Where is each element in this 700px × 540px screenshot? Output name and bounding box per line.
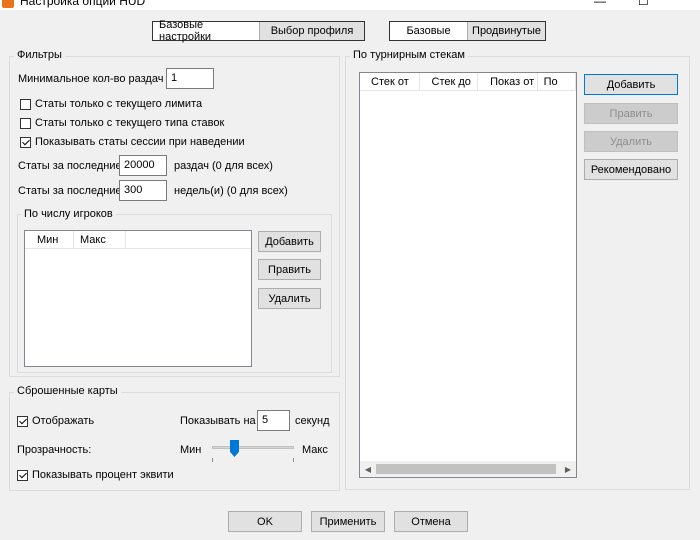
equity-percent-label: Показывать процент эквити [32,469,174,481]
column-stack-to[interactable]: Стек до [420,73,479,90]
display-folded-label: Отображать [32,415,95,427]
recommended-button[interactable]: Рекомендовано [584,159,678,180]
column-partial[interactable]: По [538,73,576,90]
column-stack-from[interactable]: Стек от [360,73,420,90]
current-bet-type-label: Статы только с текущего типа ставок [35,117,225,129]
tournament-add-button[interactable]: Добавить [584,74,678,95]
scrollbar-track[interactable] [376,461,560,477]
players-delete-button[interactable]: Удалить [258,288,321,309]
title-bar: Настройка опций HUD — ☐ [0,0,700,10]
players-list-header: Мин Макс [25,231,251,249]
tournament-list-header: Стек от Стек до Показ от По [360,73,576,91]
last-hands-input[interactable]: 20000 [119,155,167,176]
checkbox-icon[interactable] [20,98,31,110]
checkbox-checked-icon[interactable] [17,469,28,481]
last-weeks-suffix: недель(и) (0 для всех) [174,185,288,197]
last-weeks-label: Статы за последние [18,185,122,197]
min-hands-label: Минимальное кол-во раздач [18,73,164,85]
players-title: По числу игроков [21,208,116,220]
tab-advanced[interactable]: Продвинутые [467,22,545,40]
tournament-stacks-list[interactable]: Стек от Стек до Показ от По ◀ ▶ [359,72,577,478]
session-stats-hover-checkbox[interactable]: Показывать статы сессии при наведении [20,136,245,148]
slider-max-label: Макс [302,444,328,456]
filters-title: Фильтры [14,49,65,61]
slider-track [212,446,294,449]
minimize-icon[interactable]: — [594,0,606,8]
show-for-seconds-input[interactable]: 5 [257,410,290,431]
window-title: Настройка опций HUD [20,0,146,8]
show-for-suffix: секунд [295,415,330,427]
slider-min-label: Мин [180,444,202,456]
tournament-stacks-title: По турнирным стекам [350,49,468,61]
session-stats-hover-label: Показывать статы сессии при наведении [35,136,245,148]
tab-profile-selection[interactable]: Выбор профиля [259,22,364,40]
tab-basic[interactable]: Базовые [390,22,467,40]
horizontal-scrollbar[interactable]: ◀ ▶ [360,461,576,477]
players-add-button[interactable]: Добавить [258,231,321,252]
tournament-edit-button[interactable]: Править [584,103,678,124]
checkbox-checked-icon[interactable] [20,136,31,148]
cancel-button[interactable]: Отмена [394,511,468,532]
checkbox-checked-icon[interactable] [17,415,28,427]
last-weeks-input[interactable]: 300 [119,180,167,201]
ok-button[interactable]: OK [228,511,302,532]
apply-button[interactable]: Применить [311,511,385,532]
slider-thumb[interactable] [230,440,239,457]
scroll-left-icon[interactable]: ◀ [360,461,376,477]
current-limit-checkbox[interactable]: Статы только с текущего лимита [20,98,202,110]
min-hands-input[interactable]: 1 [166,68,214,89]
display-folded-checkbox[interactable]: Отображать [17,415,94,427]
transparency-slider[interactable] [212,440,294,462]
slider-tick [212,458,213,462]
last-hands-suffix: раздач (0 для всех) [174,160,273,172]
column-max[interactable]: Макс [74,231,126,248]
equity-percent-checkbox[interactable]: Показывать процент эквити [17,469,174,481]
last-hands-label: Статы за последние [18,160,122,172]
players-edit-button[interactable]: Править [258,259,321,280]
maximize-icon[interactable]: ☐ [638,0,649,8]
checkbox-icon[interactable] [20,117,31,129]
column-min[interactable]: Мин [25,231,74,248]
scrollbar-thumb[interactable] [376,464,556,474]
settings-profile-toggle: Базовые настройки Выбор профиля [152,19,365,43]
slider-tick [293,458,294,462]
scroll-right-icon[interactable]: ▶ [560,461,576,477]
tab-basic-settings[interactable]: Базовые настройки [153,19,259,43]
current-limit-label: Статы только с текущего лимита [35,98,203,110]
players-list[interactable]: Мин Макс [24,230,252,367]
column-show-from[interactable]: Показ от [478,73,538,90]
current-bet-type-checkbox[interactable]: Статы только с текущего типа ставок [20,117,224,129]
folded-cards-title: Сброшенные карты [14,385,121,397]
basic-advanced-toggle: Базовые Продвинутые [389,21,546,41]
tournament-delete-button[interactable]: Удалить [584,131,678,152]
transparency-label: Прозрачность: [17,444,92,456]
app-icon [2,0,14,8]
show-for-label: Показывать на [180,415,256,427]
